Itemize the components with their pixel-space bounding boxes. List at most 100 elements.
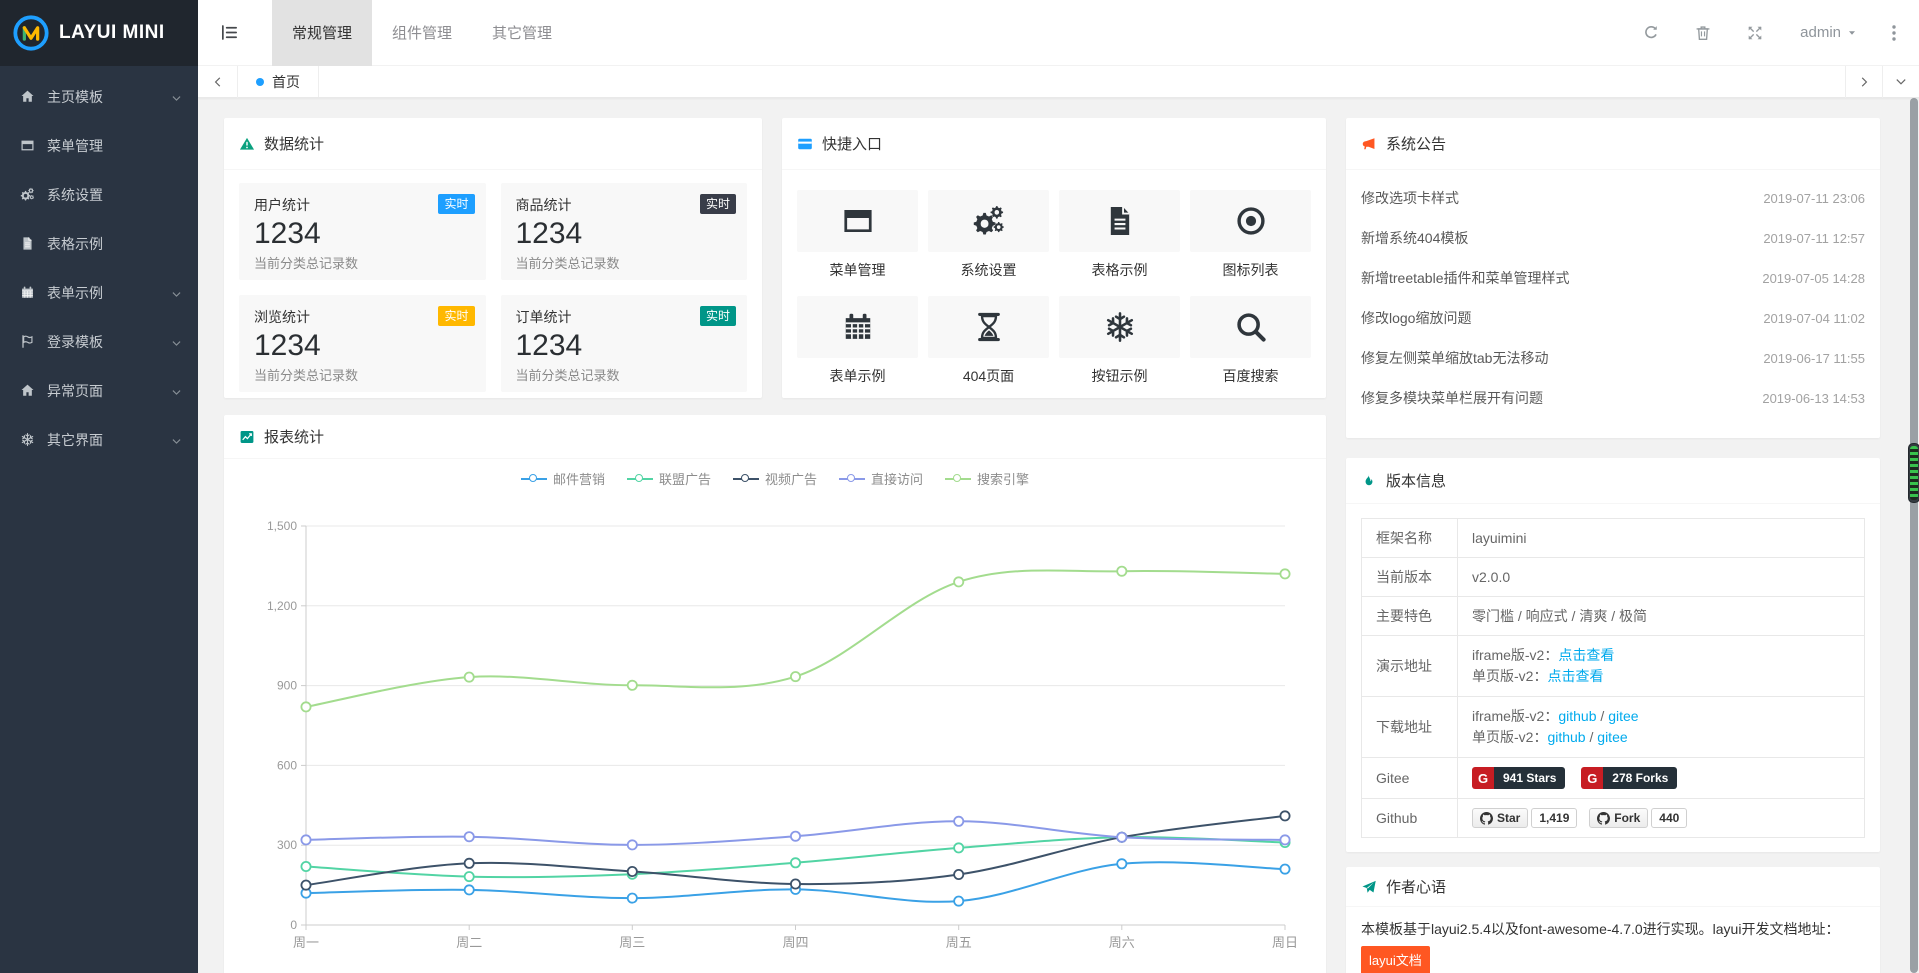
row-label: 框架名称	[1362, 519, 1458, 558]
header-nav-tab-1[interactable]: 组件管理	[372, 0, 472, 66]
sidebar-item-1[interactable]: 菜单管理	[0, 121, 198, 170]
sidebar-item-label: 表格示例	[47, 234, 103, 254]
layui-doc-badge[interactable]: layui文档	[1361, 946, 1430, 973]
announcement-text: 修改选项卡样式	[1361, 188, 1459, 208]
quick-item-3[interactable]: 图标列表	[1190, 190, 1311, 280]
tab-operations-icon[interactable]	[1882, 66, 1919, 98]
calendar-icon	[797, 296, 918, 358]
scrollbar-marker[interactable]	[1908, 443, 1919, 503]
sidebar-item-0[interactable]: 主页模板	[0, 72, 198, 121]
author-card-title: 作者心语	[1386, 876, 1446, 897]
stat-desc: 当前分类总记录数	[254, 253, 471, 272]
announcement-item[interactable]: 修改logo缩放问题2019-07-04 11:02	[1361, 298, 1865, 338]
announcement-item[interactable]: 修改选项卡样式2019-07-11 23:06	[1361, 178, 1865, 218]
gitee-stars-badge[interactable]: G941 Stars	[1472, 767, 1565, 789]
quick-item-2[interactable]: 表格示例	[1059, 190, 1180, 280]
sidebar-item-label: 异常页面	[47, 381, 103, 401]
quick-item-5[interactable]: 404页面	[928, 296, 1049, 386]
dot-circle-icon	[1190, 190, 1311, 252]
warning-triangle-icon	[239, 136, 255, 152]
sidebar-item-4[interactable]: 表单示例	[0, 268, 198, 317]
sidebar-item-7[interactable]: 其它界面	[0, 415, 198, 464]
stat-box-3[interactable]: 订单统计1234当前分类总记录数实时	[501, 295, 748, 392]
github-star-badge[interactable]: Star 1,419	[1472, 808, 1577, 828]
quick-item-1[interactable]: 系统设置	[928, 190, 1049, 280]
row-label: 当前版本	[1362, 558, 1458, 597]
stats-grid: 用户统计1234当前分类总记录数实时商品统计1234当前分类总记录数实时浏览统计…	[224, 170, 762, 398]
svg-text:周六: 周六	[1109, 935, 1135, 950]
table-row: Gitee G941 Stars G278 Forks	[1362, 758, 1865, 799]
flag-icon	[20, 334, 40, 349]
header-nav-tab-2[interactable]: 其它管理	[472, 0, 572, 66]
quick-item-0[interactable]: 菜单管理	[797, 190, 918, 280]
gitee-forks-label: 278 Forks	[1603, 767, 1677, 789]
stat-box-0[interactable]: 用户统计1234当前分类总记录数实时	[239, 183, 486, 280]
row-label: Github	[1362, 799, 1458, 838]
version-table: 框架名称 layuimini 当前版本 v2.0.0 主要特色 零门槛 / 响应…	[1361, 518, 1865, 838]
github-fork-badge[interactable]: Fork 440	[1589, 808, 1687, 828]
download-onepage-gitee-link[interactable]: gitee	[1597, 729, 1627, 745]
stat-box-1[interactable]: 商品统计1234当前分类总记录数实时	[501, 183, 748, 280]
snowflake-icon	[20, 432, 40, 447]
line-chart: 03006009001,2001,500周一周二周三周四周五周六周日	[224, 415, 1326, 973]
tab-scroll-right-icon[interactable]	[1845, 66, 1882, 98]
gitee-logo-icon: G	[1472, 767, 1494, 789]
download-onepage-github-link[interactable]: github	[1547, 729, 1585, 745]
gitee-forks-badge[interactable]: G278 Forks	[1581, 767, 1677, 789]
sidebar-toggle-icon[interactable]	[198, 0, 260, 66]
tab-home[interactable]: 首页	[238, 66, 319, 97]
content-scrollbar[interactable]	[1910, 98, 1918, 973]
demo-iframe-link[interactable]: 点击查看	[1558, 647, 1614, 663]
brand[interactable]: LAYUI MINI	[0, 0, 198, 66]
header-nav-tab-0[interactable]: 常规管理	[272, 0, 372, 66]
quick-item-4[interactable]: 表单示例	[797, 296, 918, 386]
svg-text:周五: 周五	[946, 935, 972, 950]
gitee-stars-label: 941 Stars	[1494, 767, 1565, 789]
download-line2-prefix: 单页版-v2：	[1472, 729, 1547, 745]
announcement-card: 系统公告 修改选项卡样式2019-07-11 23:06新增系统404模板201…	[1346, 118, 1880, 438]
github-star-count: 1,419	[1531, 808, 1577, 828]
tab-scroll-left-icon[interactable]	[198, 66, 238, 98]
refresh-icon[interactable]	[1642, 24, 1660, 42]
home-icon	[20, 383, 40, 398]
sidebar-item-label: 主页模板	[47, 87, 103, 107]
more-menu-icon[interactable]	[1887, 24, 1901, 42]
version-card-header: 版本信息	[1346, 458, 1880, 504]
file-icon	[20, 236, 40, 251]
user-menu[interactable]: admin	[1800, 24, 1857, 41]
report-chart-card: 报表统计 邮件营销联盟广告视频广告直接访问搜索引擎 03006009001,20…	[224, 415, 1326, 973]
window-icon	[20, 138, 40, 153]
quick-entry-card: 快捷入口 菜单管理系统设置表格示例图标列表表单示例404页面按钮示例百度搜索	[782, 118, 1326, 398]
link-separator: /	[1597, 708, 1609, 724]
announcement-item[interactable]: 新增treetable插件和菜单管理样式2019-07-05 14:28	[1361, 258, 1865, 298]
announcement-time: 2019-07-11 12:57	[1763, 231, 1865, 246]
svg-text:0: 0	[290, 918, 297, 932]
cogs-icon	[20, 187, 40, 202]
clear-cache-icon[interactable]	[1694, 24, 1712, 42]
gitee-badges: G941 Stars G278 Forks	[1458, 758, 1865, 799]
search-icon	[1190, 296, 1311, 358]
author-body: 本模板基于layui2.5.4以及font-awesome-4.7.0进行实现。…	[1346, 907, 1880, 973]
download-iframe-github-link[interactable]: github	[1558, 708, 1596, 724]
user-name: admin	[1800, 24, 1841, 41]
fullscreen-icon[interactable]	[1746, 24, 1764, 42]
sidebar-item-5[interactable]: 登录模板	[0, 317, 198, 366]
announcement-item[interactable]: 修复左侧菜单缩放tab无法移动2019-06-17 11:55	[1361, 338, 1865, 378]
cogs-icon	[928, 190, 1049, 252]
announcement-time: 2019-06-17 11:55	[1763, 351, 1865, 366]
sidebar-item-6[interactable]: 异常页面	[0, 366, 198, 415]
quick-item-6[interactable]: 按钮示例	[1059, 296, 1180, 386]
svg-text:周一: 周一	[293, 935, 319, 950]
sidebar-item-2[interactable]: 系统设置	[0, 170, 198, 219]
download-iframe-gitee-link[interactable]: gitee	[1608, 708, 1638, 724]
announcement-item[interactable]: 新增系统404模板2019-07-11 12:57	[1361, 218, 1865, 258]
svg-text:周四: 周四	[782, 935, 808, 950]
quick-item-label: 按钮示例	[1059, 366, 1180, 386]
stats-card-header: 数据统计	[224, 118, 762, 170]
sidebar-item-3[interactable]: 表格示例	[0, 219, 198, 268]
stat-box-2[interactable]: 浏览统计1234当前分类总记录数实时	[239, 295, 486, 392]
chevron-down-icon	[171, 336, 182, 347]
demo-onepage-link[interactable]: 点击查看	[1547, 668, 1603, 684]
announcement-item[interactable]: 修复多模块菜单栏展开有问题2019-06-13 14:53	[1361, 378, 1865, 418]
quick-item-7[interactable]: 百度搜索	[1190, 296, 1311, 386]
